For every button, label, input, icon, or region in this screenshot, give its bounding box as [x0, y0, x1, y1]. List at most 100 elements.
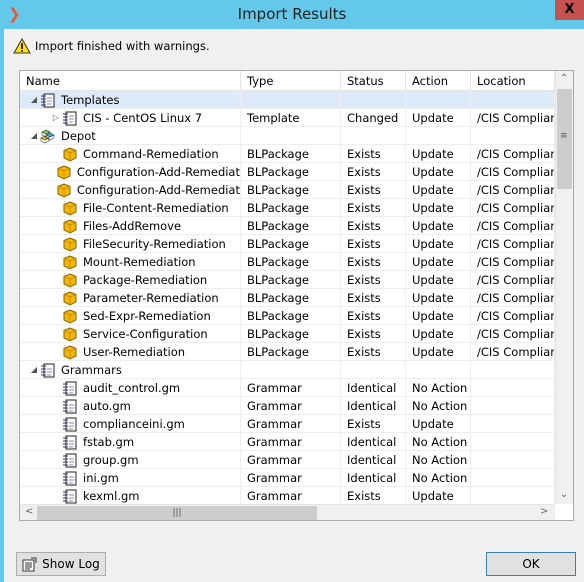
column-header-type[interactable]: Type — [241, 71, 341, 91]
cell-status: Exists — [341, 343, 406, 361]
cell-name: Service-Configuration — [83, 327, 208, 341]
column-header-name[interactable]: Name — [20, 71, 241, 91]
table-row[interactable]: complianceini.gm Grammar Exists Update — [20, 415, 555, 433]
table-row[interactable]: ◢ Templates — [20, 91, 555, 109]
table-row[interactable]: File-Content-Remediation BLPackage Exists U… — [20, 199, 555, 217]
package-icon — [62, 308, 78, 324]
horizontal-scroll-thumb[interactable]: ||| — [37, 506, 317, 520]
table-row[interactable]: auto.gm Grammar Identical No Action — [20, 397, 555, 415]
cell-name: Grammars — [61, 363, 122, 377]
table-row[interactable]: Service-Configuration BLPackage Exists Upda… — [20, 325, 555, 343]
table-row[interactable]: ◢ Grammars — [20, 361, 555, 379]
cell-type — [241, 127, 341, 145]
table-row[interactable]: Sed-Expr-Remediation BLPackage Exists Updat… — [20, 307, 555, 325]
vertical-scroll-thumb[interactable]: ≡ — [557, 89, 572, 189]
package-icon — [62, 254, 78, 270]
table-row[interactable]: FileSecurity-Remediation BLPackage Exists U… — [20, 235, 555, 253]
package-icon — [62, 272, 78, 288]
cell-action: Update — [406, 181, 471, 199]
cell-type: BLPackage — [241, 199, 341, 217]
package-icon — [62, 344, 78, 360]
grammar-icon — [62, 453, 78, 468]
cell-status: Identical — [341, 451, 406, 469]
cell-action: Update — [406, 199, 471, 217]
cell-location: /CIS Complian — [471, 307, 555, 325]
table-row[interactable]: fstab.gm Grammar Identical No Action — [20, 433, 555, 451]
cell-type: BLPackage — [241, 217, 341, 235]
log-icon — [22, 557, 37, 571]
scroll-right-icon[interactable]: > — [540, 506, 548, 517]
cell-action: Update — [406, 145, 471, 163]
close-button[interactable]: X — [555, 0, 584, 20]
table-row[interactable]: Files-AddRemove BLPackage Exists Update/CIS… — [20, 217, 555, 235]
table-header: Name Type Status Action Location — [20, 71, 555, 91]
cell-location — [471, 127, 555, 145]
horizontal-scrollbar[interactable]: < ||| > — [20, 504, 555, 520]
results-table: Name Type Status Action Location ◢ Templa… — [19, 70, 574, 521]
cell-status: Exists — [341, 307, 406, 325]
cell-action: Update — [406, 253, 471, 271]
table-row[interactable]: User-Remediation BLPackage Exists Update/CI… — [20, 343, 555, 361]
cell-name: Templates — [61, 93, 120, 107]
column-header-action[interactable]: Action — [406, 71, 471, 91]
scroll-down-icon[interactable]: ⌄ — [560, 489, 568, 500]
cell-status: Identical — [341, 379, 406, 397]
collapse-toggle-icon[interactable]: ◢ — [28, 92, 40, 108]
column-header-location[interactable]: Location — [471, 71, 555, 91]
cell-location: /CIS Complian — [471, 253, 555, 271]
collapse-toggle-icon[interactable]: ◢ — [28, 128, 40, 144]
table-row[interactable]: Configuration-Add-Remediat BLPackage Exist… — [20, 181, 555, 199]
table-row[interactable]: Command-Remediation BLPackage Exists Update… — [20, 145, 555, 163]
cell-type: BLPackage — [241, 289, 341, 307]
cell-type: BLPackage — [241, 343, 341, 361]
cell-name: File-Content-Remediation — [83, 201, 229, 215]
table-row[interactable]: Package-Remediation BLPackage Exists Update… — [20, 271, 555, 289]
scroll-up-icon[interactable]: ⌃ — [560, 73, 568, 84]
package-icon — [62, 236, 78, 252]
table-row[interactable]: Configuration-Add-Remediat BLPackage Exist… — [20, 163, 555, 181]
package-icon — [56, 182, 72, 198]
cell-location — [471, 397, 555, 415]
show-log-button[interactable]: Show Log — [16, 552, 106, 576]
cell-status: Exists — [341, 235, 406, 253]
cell-location: /CIS Complian — [471, 199, 555, 217]
cell-status: Changed — [341, 109, 406, 127]
column-header-status[interactable]: Status — [341, 71, 406, 91]
table-body: ◢ Templates ▷ CIS - CentOS Linux 7 Template C… — [20, 91, 555, 505]
table-row[interactable]: ◢ Depot — [20, 127, 555, 145]
cell-action: Update — [406, 217, 471, 235]
cell-action: Update — [406, 289, 471, 307]
cell-location — [471, 451, 555, 469]
cell-type: BLPackage — [241, 325, 341, 343]
cell-location: /CIS Complian — [471, 325, 555, 343]
cell-status: Identical — [341, 469, 406, 487]
scroll-left-icon[interactable]: < — [25, 506, 33, 517]
table-row[interactable]: ini.gm Grammar Identical No Action — [20, 469, 555, 487]
cell-status: Exists — [341, 289, 406, 307]
table-row[interactable]: group.gm Grammar Identical No Action — [20, 451, 555, 469]
cell-action: Update — [406, 271, 471, 289]
table-row[interactable]: Parameter-Remediation BLPackage Exists Upda… — [20, 289, 555, 307]
cell-name: complianceini.gm — [83, 417, 185, 431]
table-row[interactable]: audit_control.gm Grammar Identical No Actio… — [20, 379, 555, 397]
cell-name: Sed-Expr-Remediation — [83, 309, 211, 323]
cell-status — [341, 127, 406, 145]
vertical-scrollbar[interactable]: ⌃ ≡ ⌄ — [555, 71, 573, 504]
expand-toggle-icon[interactable]: ▷ — [50, 110, 62, 126]
collapse-toggle-icon[interactable]: ◢ — [28, 362, 40, 378]
cell-name: Files-AddRemove — [83, 219, 182, 233]
ok-button[interactable]: OK — [486, 552, 576, 576]
cell-type: BLPackage — [241, 163, 341, 181]
cell-type: Template — [241, 109, 341, 127]
cell-location: /CIS Complian — [471, 271, 555, 289]
table-row[interactable]: Mount-Remediation BLPackage Exists Update/C… — [20, 253, 555, 271]
cell-location: /CIS Complian — [471, 163, 555, 181]
cell-status: Exists — [341, 415, 406, 433]
template-icon — [62, 111, 78, 126]
table-row[interactable]: kexml.gm Grammar Exists Update — [20, 487, 555, 505]
cell-action — [406, 361, 471, 379]
grammar-icon — [40, 363, 56, 378]
table-row[interactable]: ▷ CIS - CentOS Linux 7 Template Changed Upda… — [20, 109, 555, 127]
cell-location — [471, 433, 555, 451]
cell-type: BLPackage — [241, 271, 341, 289]
